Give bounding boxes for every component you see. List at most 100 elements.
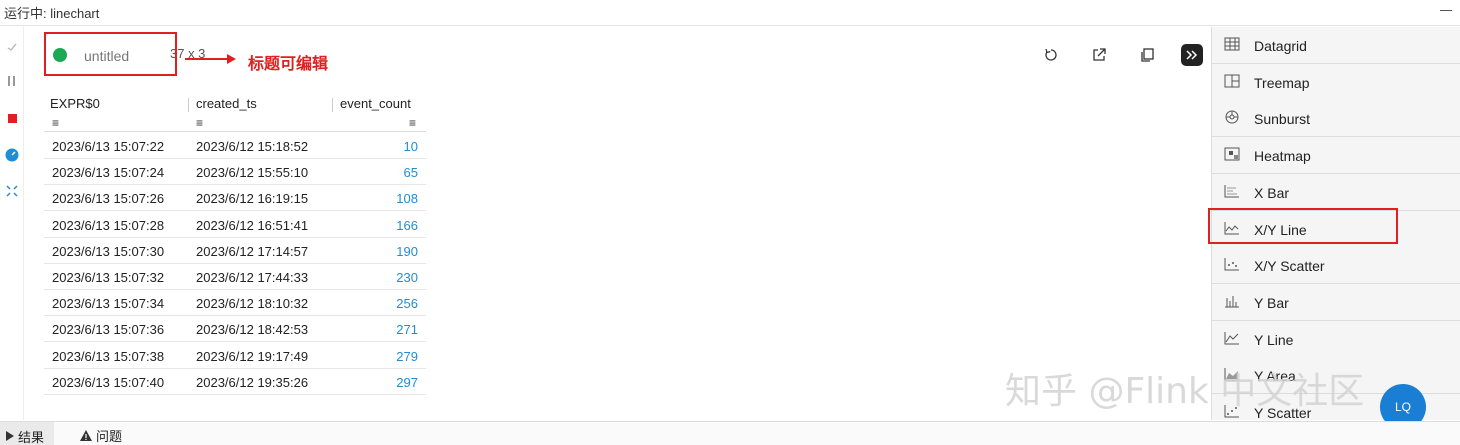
refresh-button[interactable] <box>1040 44 1062 66</box>
viz-item-y-area[interactable]: Y Area <box>1212 357 1460 395</box>
table-cell: 2023/6/13 15:07:32 <box>52 270 165 285</box>
sunburst-icon <box>1225 110 1239 124</box>
table-row[interactable]: 2023/6/13 15:07:26 2023/6/12 16:19:15 108 <box>44 185 426 212</box>
viz-item-x-bar[interactable]: X Bar <box>1212 173 1460 211</box>
column-divider[interactable] <box>332 98 333 112</box>
highlight-box-xy-line <box>1208 208 1398 244</box>
copy-button[interactable] <box>1136 44 1158 66</box>
table-cell: 2023/6/12 17:14:57 <box>196 243 309 259</box>
warning-icon <box>80 430 92 441</box>
column-header[interactable]: EXPR$0 <box>50 96 100 111</box>
table-cell: 2023/6/13 15:07:28 <box>52 217 165 233</box>
table-cell: 279 <box>396 348 418 364</box>
window-title: 运行中: linechart <box>4 6 100 21</box>
table-cell: 2023/6/13 15:07:30 <box>52 243 165 259</box>
left-toolbar <box>0 27 24 420</box>
viz-item-y-line[interactable]: Y Line <box>1212 320 1460 358</box>
dashboard-icon[interactable] <box>4 147 20 163</box>
viz-item-label: Y Bar <box>1254 294 1289 311</box>
table-cell: 2023/6/12 15:18:52 <box>196 139 309 154</box>
grid-header: EXPR$0 ≡ created_ts ≡ event_count ≡ <box>44 92 426 132</box>
viz-item-datagrid[interactable]: Datagrid <box>1212 27 1460 64</box>
minimize-button[interactable] <box>1440 10 1452 11</box>
copy-icon <box>1141 48 1154 62</box>
table-cell: 10 <box>403 139 418 154</box>
table-cell: 65 <box>403 165 418 181</box>
table-row[interactable]: 2023/6/13 15:07:40 2023/6/12 19:35:26 297 <box>44 369 426 395</box>
viz-item-label: Y Area <box>1254 368 1296 385</box>
table-cell: 190 <box>396 243 418 259</box>
y-scatter-icon <box>1224 405 1239 418</box>
y-line-icon <box>1224 331 1239 345</box>
table-cell: 2023/6/13 15:07:22 <box>52 139 165 154</box>
table-row[interactable]: 2023/6/13 15:07:38 2023/6/12 19:17:49 279 <box>44 343 426 369</box>
data-grid: EXPR$0 ≡ created_ts ≡ event_count ≡ 2023… <box>44 92 426 408</box>
table-cell: 271 <box>396 322 418 338</box>
table-row[interactable]: 2023/6/13 15:07:30 2023/6/12 17:14:57 190 <box>44 238 426 264</box>
viz-item-label: X Bar <box>1254 184 1290 201</box>
treemap-icon <box>1224 74 1240 88</box>
viz-item-label: Y Line <box>1254 331 1294 348</box>
viz-item-label: Y Scatter <box>1254 405 1312 420</box>
y-area-icon <box>1224 368 1239 381</box>
open-external-button[interactable] <box>1088 44 1110 66</box>
viz-item-treemap[interactable]: Treemap <box>1212 63 1460 101</box>
table-row[interactable]: 2023/6/13 15:07:22 2023/6/12 15:18:52 10 <box>44 133 426 159</box>
stop-icon[interactable] <box>4 110 20 126</box>
tab-label: 结果 <box>18 429 45 445</box>
viz-item-heatmap[interactable]: Heatmap <box>1212 137 1460 175</box>
annotation-arrow <box>185 58 229 60</box>
table-cell: 297 <box>396 374 418 390</box>
table-cell: 2023/6/12 15:55:10 <box>196 165 309 181</box>
pause-icon[interactable] <box>4 73 20 89</box>
column-divider[interactable] <box>188 98 189 112</box>
bottom-tab-bar: 结果 问题 <box>0 421 1460 445</box>
x-bar-icon <box>1224 184 1239 198</box>
collapse-panel-button[interactable] <box>1181 44 1203 66</box>
heatmap-icon <box>1224 147 1240 161</box>
column-sort-icon[interactable]: ≡ <box>52 116 59 130</box>
datagrid-icon <box>1224 37 1240 51</box>
column-header[interactable]: created_ts <box>196 96 257 111</box>
column-sort-icon[interactable]: ≡ <box>409 116 416 130</box>
viz-item-label: Sunburst <box>1254 111 1311 128</box>
viz-item-y-bar[interactable]: Y Bar <box>1212 283 1460 321</box>
expand-icon[interactable] <box>4 183 20 199</box>
table-row[interactable]: 2023/6/13 15:07:34 2023/6/12 18:10:32 256 <box>44 290 426 317</box>
tab-label: 问题 <box>96 429 123 444</box>
table-cell: 2023/6/12 18:10:32 <box>196 296 309 312</box>
viz-item-x-y-scatter[interactable]: X/Y Scatter <box>1212 247 1460 285</box>
table-cell: 2023/6/13 15:07:38 <box>52 348 165 364</box>
viz-item-sunburst[interactable]: Sunburst <box>1212 100 1460 138</box>
annotation-arrow-head <box>227 54 236 64</box>
tab-results[interactable]: 结果 <box>0 422 55 445</box>
table-cell: 2023/6/12 16:51:41 <box>196 217 309 233</box>
table-cell: 2023/6/12 19:17:49 <box>196 348 309 364</box>
title-bar: 运行中: linechart <box>0 0 1460 26</box>
check-icon[interactable] <box>4 39 20 55</box>
table-cell: 2023/6/12 16:19:15 <box>196 191 309 207</box>
viz-item-label: X/Y Scatter <box>1254 258 1325 275</box>
table-cell: 2023/6/13 15:07:36 <box>52 322 165 338</box>
table-cell: 166 <box>396 217 418 233</box>
annotation-text: 标题可编辑 <box>248 56 329 73</box>
table-cell: 2023/6/13 15:07:34 <box>52 296 165 312</box>
collapse-panel-icon <box>1186 50 1198 60</box>
play-icon <box>6 431 14 441</box>
table-row[interactable]: 2023/6/13 15:07:32 2023/6/12 17:44:33 230 <box>44 264 426 290</box>
table-row[interactable]: 2023/6/13 15:07:36 2023/6/12 18:42:53 271 <box>44 316 426 343</box>
table-row[interactable]: 2023/6/13 15:07:24 2023/6/12 15:55:10 65 <box>44 159 426 186</box>
table-cell: 108 <box>396 191 418 207</box>
app-root: 运行中: linechart untitled 37 x 3 标题可编辑 EXP… <box>0 0 1460 445</box>
table-cell: 2023/6/12 19:35:26 <box>196 374 309 390</box>
table-row-partial[interactable] <box>44 395 426 408</box>
column-sort-icon[interactable]: ≡ <box>196 116 203 130</box>
table-row[interactable]: 2023/6/13 15:07:28 2023/6/12 16:51:41 166 <box>44 212 426 238</box>
table-cell: 2023/6/13 15:07:24 <box>52 165 165 181</box>
y-bar-icon <box>1225 295 1239 308</box>
column-header[interactable]: event_count <box>340 96 411 111</box>
xy-scatter-icon <box>1224 258 1239 271</box>
tab-problems[interactable]: 问题 <box>80 426 122 445</box>
open-external-icon <box>1093 48 1106 61</box>
table-cell: 230 <box>396 270 418 285</box>
